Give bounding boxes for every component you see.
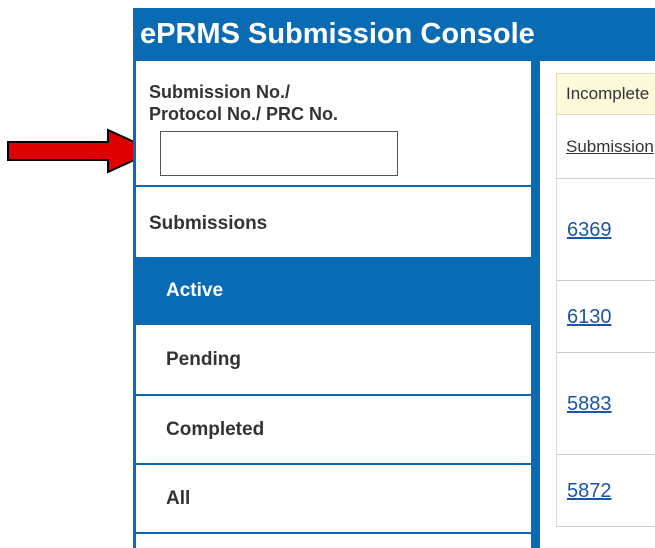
table-row: 5872 <box>556 455 655 527</box>
nav-item-label: Completed <box>166 419 265 440</box>
table-row: 5883 <box>556 353 655 455</box>
nav-item-active[interactable]: Active <box>136 257 531 325</box>
submission-link[interactable]: 6130 <box>567 306 612 328</box>
main-content: Incomplete Submission 6369 6130 5883 587… <box>540 61 655 548</box>
submission-link[interactable]: 5883 <box>567 393 612 415</box>
nav-item-label: All <box>166 488 191 509</box>
nav-item-label: Active <box>166 280 224 301</box>
nav-item-label: Pending <box>166 349 241 370</box>
nav-item-all[interactable]: All <box>136 465 531 533</box>
submission-link[interactable]: 5872 <box>567 480 612 502</box>
nav-item-completed[interactable]: Completed <box>136 396 531 464</box>
divider <box>136 532 531 534</box>
sidebar: Submission No./ Protocol No./ PRC No. Su… <box>133 61 540 548</box>
search-label-line1: Submission No./ <box>149 82 291 102</box>
search-label: Submission No./ Protocol No./ PRC No. <box>149 81 449 125</box>
divider <box>136 185 531 187</box>
column-header-submission[interactable]: Submission <box>556 115 655 179</box>
submission-link[interactable]: 6369 <box>567 219 612 241</box>
nav-header-submissions: Submissions <box>149 213 268 234</box>
app-title: ePRMS Submission Console <box>133 8 655 61</box>
submission-search-input[interactable] <box>160 131 398 176</box>
search-label-line2: Protocol No./ PRC No. <box>149 104 338 124</box>
nav-item-pending[interactable]: Pending <box>136 326 531 394</box>
table-row: 6130 <box>556 281 655 353</box>
table-row: 6369 <box>556 179 655 281</box>
status-banner: Incomplete <box>556 73 655 115</box>
